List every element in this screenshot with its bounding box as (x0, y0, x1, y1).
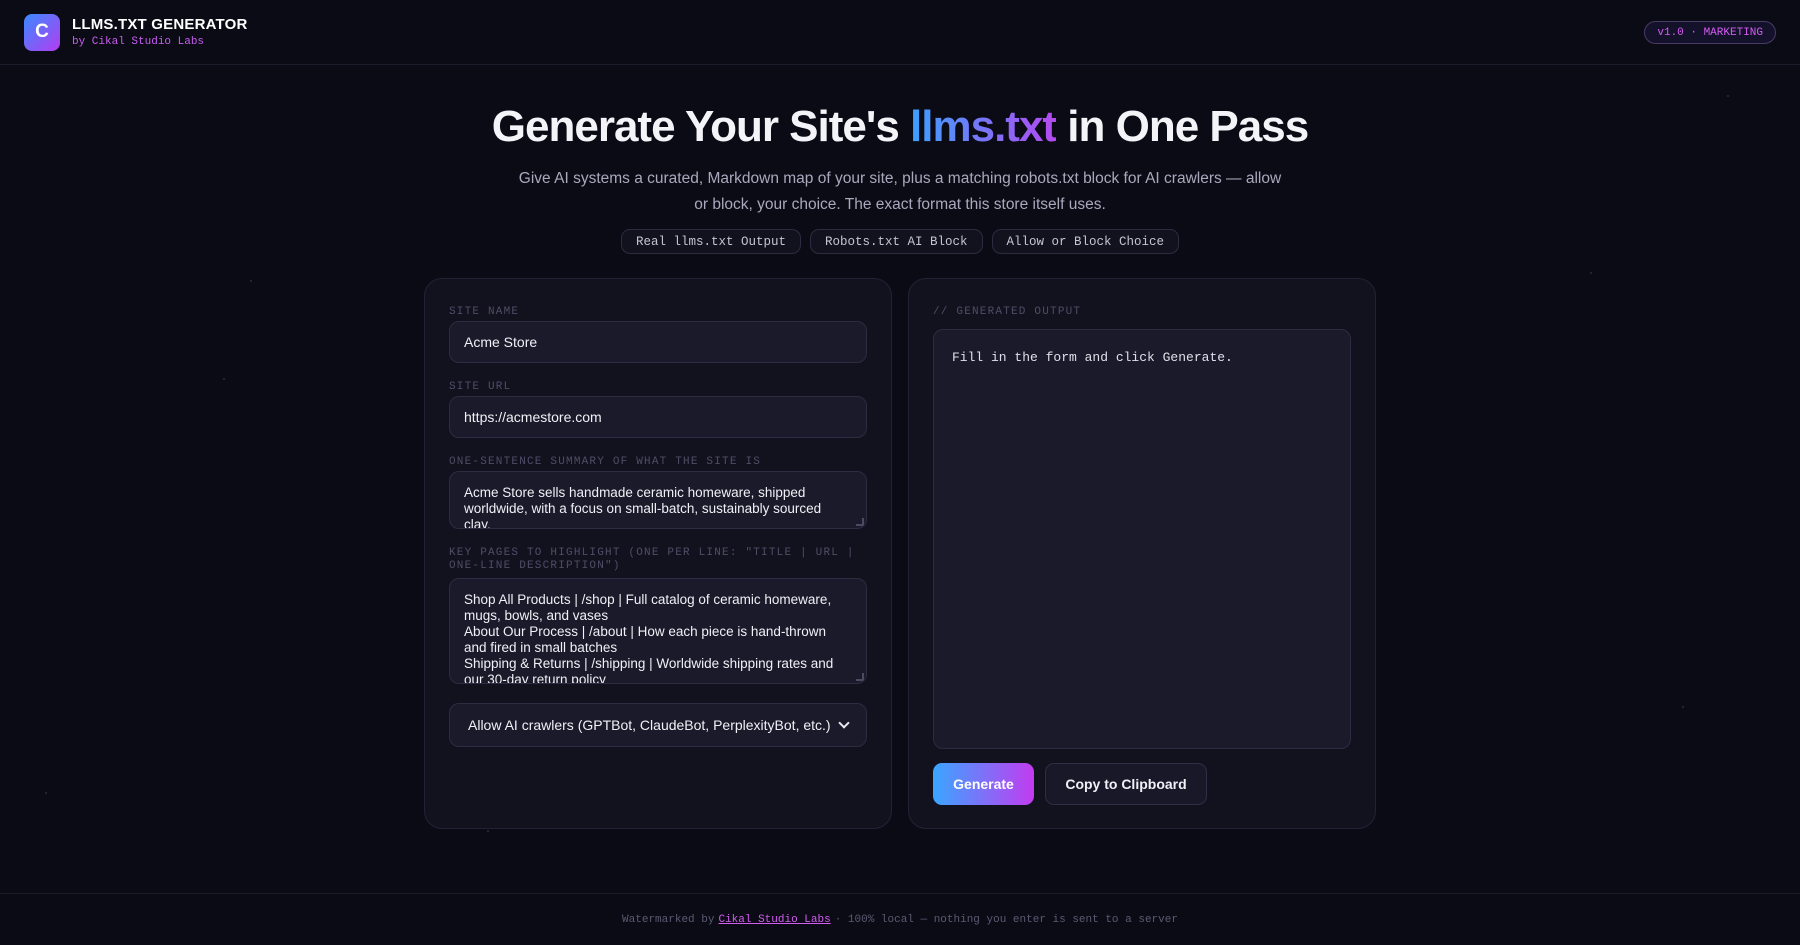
crawler-policy-select[interactable]: Allow AI crawlers (GPTBot, ClaudeBot, Pe… (449, 703, 867, 747)
site-name-input[interactable]: Acme Store (449, 321, 867, 363)
crawler-policy-value: Allow AI crawlers (GPTBot, ClaudeBot, Pe… (468, 717, 831, 733)
page-title: Generate Your Site's llms.txt in One Pas… (0, 102, 1800, 152)
app-subtitle: by Cikal Studio Labs (72, 36, 205, 48)
summary-line: clay. (464, 517, 491, 529)
app-title: LLMS.TXT GENERATOR (72, 16, 248, 33)
summary-textarea[interactable]: Acme Store sells handmade ceramic homewa… (449, 471, 867, 529)
background-speck (1590, 272, 1592, 274)
background-speck (45, 792, 47, 794)
key-pages-line: our 30-day return policy (464, 672, 606, 684)
summary-label: ONE-SENTENCE SUMMARY OF WHAT THE SITE IS (449, 456, 762, 468)
feature-chip: Allow or Block Choice (991, 229, 1180, 254)
top-bar: C LLMS.TXT GENERATOR by Cikal Studio Lab… (0, 0, 1800, 65)
key-pages-textarea[interactable]: Shop All Products | /shop | Full catalog… (449, 578, 867, 684)
footer-prefix: Watermarked by (622, 913, 715, 926)
site-url-label: SITE URL (449, 381, 512, 393)
output-label: // GENERATED OUTPUT (933, 306, 1082, 318)
app-logo: C (24, 13, 60, 51)
input-form-card: SITE NAME Acme Store SITE URL https://ac… (424, 278, 892, 829)
page-description: Give AI systems a curated, Markdown map … (518, 170, 1282, 213)
brand: LLMS.TXT GENERATOR by Cikal Studio Labs (72, 16, 248, 48)
summary-line: worldwide, with a focus on small-batch, … (464, 501, 822, 516)
key-pages-label: KEY PAGES TO HIGHLIGHT (ONE PER LINE: "T… (449, 547, 855, 572)
key-pages-line: mugs, bowls, and vases (464, 608, 609, 623)
site-name-label: SITE NAME (449, 306, 520, 318)
generate-button[interactable]: Generate (933, 763, 1034, 805)
logo-letter: C (35, 21, 49, 42)
background-speck (250, 280, 252, 282)
summary-line: Acme Store sells handmade ceramic homewa… (464, 485, 806, 500)
chevron-down-icon (838, 717, 850, 729)
footer: Watermarked by Cikal Studio Labs · 100% … (0, 893, 1800, 945)
background-speck (487, 830, 489, 832)
site-url-input[interactable]: https://acmestore.com (449, 396, 867, 438)
site-name-value: Acme Store (464, 334, 538, 350)
key-pages-line: About Our Process | /about | How each pi… (464, 624, 826, 639)
background-speck (1682, 706, 1684, 708)
title-after: in One Pass (1056, 102, 1309, 151)
output-placeholder: Fill in the form and click Generate. (952, 350, 1233, 365)
feature-chip: Real llms.txt Output (620, 229, 801, 254)
footer-suffix: · 100% local — nothing you enter is sent… (834, 913, 1178, 926)
background-speck (1727, 95, 1729, 97)
generated-output-area[interactable]: Fill in the form and click Generate. (933, 329, 1351, 749)
key-pages-line: Shop All Products | /shop | Full catalog… (464, 592, 832, 607)
key-pages-line: and fired in small batches (464, 640, 618, 655)
key-pages-line: Shipping & Returns | /shipping | Worldwi… (464, 656, 834, 671)
resize-handle-icon[interactable] (856, 673, 864, 681)
feature-chip: Robots.txt AI Block (809, 229, 983, 254)
background-speck (223, 378, 225, 380)
site-url-value: https://acmestore.com (464, 409, 602, 425)
footer-studio-link[interactable]: Cikal Studio Labs (718, 914, 830, 926)
output-card: // GENERATED OUTPUT Fill in the form and… (908, 278, 1376, 829)
copy-to-clipboard-button[interactable]: Copy to Clipboard (1045, 763, 1207, 805)
version-badge: v1.0 · MARKETING (1644, 21, 1776, 44)
title-before: Generate Your Site's (491, 102, 911, 151)
resize-handle-icon[interactable] (856, 518, 864, 526)
feature-chips: Real llms.txt Output Robots.txt AI Block… (0, 229, 1800, 254)
title-highlight: llms.txt (910, 102, 1057, 151)
